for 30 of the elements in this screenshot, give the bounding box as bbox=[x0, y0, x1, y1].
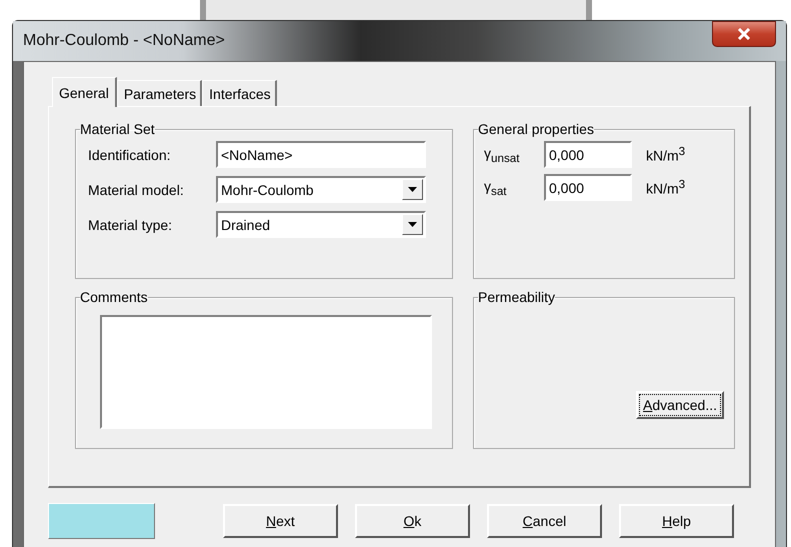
dropdown[interactable]: Drained bbox=[216, 211, 426, 238]
dropdown[interactable]: Mohr-Coulomb bbox=[216, 176, 426, 203]
field-label: γ$_{unsat}$ bbox=[484, 144, 521, 164]
window-title: Mohr-Coulomb - <NoName> bbox=[23, 32, 225, 50]
unit-label: kN/m$^{3}$ bbox=[646, 145, 686, 164]
dialog-button[interactable]: Next bbox=[222, 504, 338, 538]
field-label: γ$_{sat}$ bbox=[484, 178, 508, 198]
close-icon bbox=[737, 28, 751, 40]
field-label: Identification: bbox=[87, 146, 172, 162]
number-field[interactable]: 0,000 bbox=[544, 174, 632, 201]
group-title: Permeability bbox=[478, 289, 556, 305]
tab[interactable]: Interfaces bbox=[202, 80, 277, 106]
group-title: Comments bbox=[80, 289, 148, 305]
comments-field[interactable] bbox=[100, 315, 432, 429]
dialog-button[interactable]: Ok bbox=[354, 504, 470, 538]
tab[interactable]: Parameters bbox=[116, 80, 202, 106]
unit-label: kN/m$^{3}$ bbox=[646, 178, 686, 197]
group-title: Material Set bbox=[80, 121, 155, 137]
field-label: Material type: bbox=[87, 216, 174, 232]
dropdown-arrow-icon bbox=[408, 222, 417, 227]
close-button[interactable] bbox=[712, 21, 776, 47]
tab[interactable]: General bbox=[52, 77, 117, 107]
group-title: General properties bbox=[478, 121, 594, 137]
advanced-button[interactable]: Advanced... bbox=[636, 391, 724, 419]
dialog-button[interactable]: Cancel bbox=[486, 504, 602, 538]
dropdown-arrow-icon bbox=[408, 187, 417, 192]
number-field[interactable]: 0,000 bbox=[544, 141, 632, 168]
dialog-button[interactable]: Help bbox=[618, 504, 734, 538]
text-field[interactable]: <NoName> bbox=[216, 141, 426, 168]
field-label: Material model: bbox=[87, 182, 185, 198]
